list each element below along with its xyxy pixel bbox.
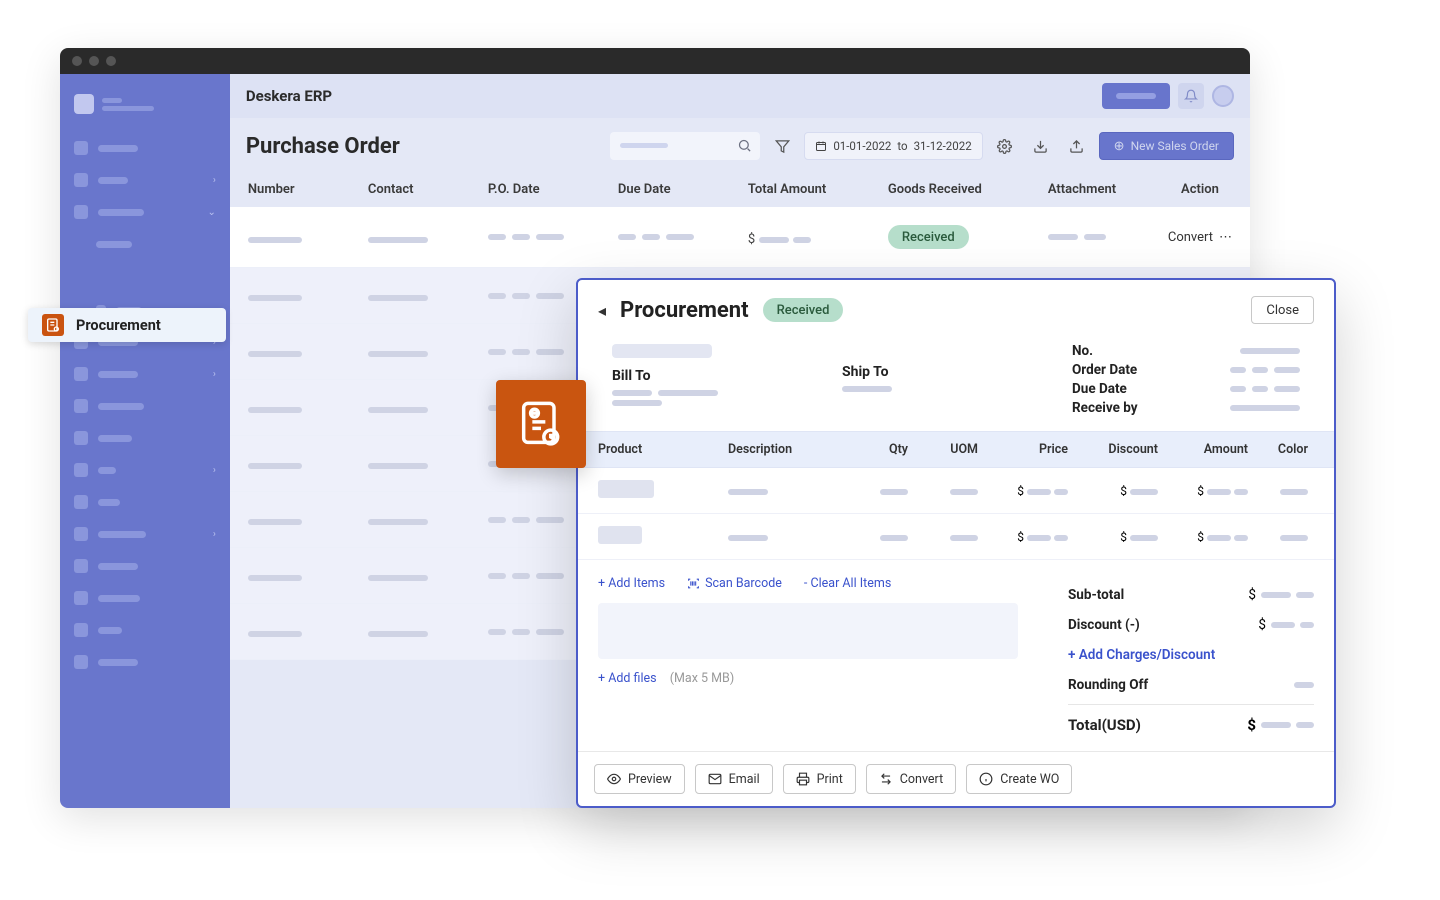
sidebar-item[interactable]: › (60, 358, 230, 390)
sidebar-item-procurement[interactable]: Procurement (28, 308, 226, 342)
chevron-down-icon: ⌄ (207, 207, 215, 218)
clear-items-link[interactable]: - Clear All Items (804, 576, 891, 591)
procurement-badge-icon (496, 380, 586, 468)
status-badge: Received (763, 298, 844, 322)
procurement-icon (42, 314, 64, 336)
sidebar-item[interactable] (60, 614, 230, 646)
col-contact: Contact (368, 182, 488, 197)
convert-button[interactable]: Convert (866, 764, 956, 794)
ship-to-label: Ship To (842, 364, 1032, 380)
sidebar-item[interactable]: › (60, 164, 230, 196)
add-items-link[interactable]: + Add Items (598, 576, 665, 591)
preview-button[interactable]: Preview (594, 764, 685, 794)
window-dot[interactable] (89, 56, 99, 66)
printer-icon (796, 772, 810, 786)
date-range-picker[interactable]: 01-01-2022 to 31-12-2022 (804, 132, 982, 160)
col-total: Total Amount (748, 182, 888, 197)
col-attach: Attachment (1048, 182, 1168, 197)
notification-icon[interactable] (1178, 83, 1204, 109)
col-goods: Goods Received (888, 182, 1048, 197)
col-duedate: Due Date (618, 182, 748, 197)
back-icon[interactable]: ◂ (598, 301, 606, 320)
email-button[interactable]: Email (695, 764, 773, 794)
convert-button[interactable]: Convert⋯ (1168, 230, 1232, 245)
print-button[interactable]: Print (783, 764, 856, 794)
filter-icon[interactable] (768, 132, 796, 160)
sidebar-item[interactable] (60, 550, 230, 582)
create-wo-button[interactable]: Create WO (966, 764, 1072, 794)
table-row[interactable]: $ Received Convert⋯ (230, 207, 1250, 268)
add-files-link[interactable]: + Add files (598, 671, 657, 686)
close-button[interactable]: Close (1251, 296, 1314, 324)
modal-summary: Sub-total$ Discount (-)$ + Add Charges/D… (1068, 580, 1314, 744)
sidebar-logo[interactable] (60, 84, 230, 132)
sidebar: › ⌄ › › › › (60, 74, 230, 808)
export-icon[interactable] (1063, 132, 1091, 160)
sidebar-item[interactable]: › (60, 518, 230, 550)
window-dot[interactable] (106, 56, 116, 66)
download-icon[interactable] (1027, 132, 1055, 160)
modal-title: Procurement (620, 298, 749, 323)
mail-icon (708, 772, 722, 786)
info-icon (979, 772, 993, 786)
sidebar-item[interactable] (60, 582, 230, 614)
add-charges-link[interactable]: + Add Charges/Discount (1068, 647, 1215, 663)
modal-line-item[interactable]: $ $ $ (578, 514, 1334, 560)
chevron-right-icon: › (213, 175, 216, 186)
table-header: Number Contact P.O. Date Due Date Total … (230, 172, 1250, 207)
sidebar-item[interactable]: › (60, 454, 230, 486)
modal-line-item[interactable]: $ $ $ (578, 468, 1334, 514)
search-icon (737, 138, 752, 153)
sidebar-item[interactable] (60, 422, 230, 454)
date-from: 01-01-2022 (833, 139, 891, 153)
eye-icon (607, 772, 621, 786)
sidebar-item[interactable] (60, 646, 230, 678)
sidebar-item[interactable]: ⌄ (60, 196, 230, 228)
max-size-hint: (Max 5 MB) (670, 671, 734, 686)
topbar: Deskera ERP (230, 74, 1250, 118)
status-badge: Received (888, 225, 969, 249)
settings-icon[interactable] (991, 132, 1019, 160)
col-action: Action (1168, 182, 1232, 197)
window-dot[interactable] (72, 56, 82, 66)
date-to: 31-12-2022 (914, 139, 972, 153)
new-sales-order-button[interactable]: ⊕ New Sales Order (1099, 132, 1234, 160)
convert-icon (879, 772, 893, 786)
barcode-icon (687, 577, 700, 590)
scan-barcode-link[interactable]: Scan Barcode (687, 576, 782, 591)
procurement-modal: ◂ Procurement Received Close Bill To Shi… (576, 278, 1336, 808)
topbar-primary-button[interactable] (1102, 83, 1170, 109)
logo-icon (74, 94, 94, 114)
sidebar-item[interactable] (60, 132, 230, 164)
search-input[interactable] (610, 132, 760, 160)
sidebar-item[interactable] (60, 390, 230, 422)
modal-footer: Preview Email Print Convert Create WO (578, 751, 1334, 806)
titlebar (60, 48, 1250, 74)
bill-to-label: Bill To (612, 368, 802, 384)
notes-textarea[interactable] (598, 603, 1018, 659)
sidebar-subitem[interactable] (60, 228, 230, 260)
modal-table-header: Product Description Qty UOM Price Discou… (578, 431, 1334, 468)
col-podate: P.O. Date (488, 182, 618, 197)
page-title: Purchase Order (246, 134, 400, 159)
calendar-icon (815, 140, 827, 152)
app-title: Deskera ERP (246, 87, 332, 105)
sidebar-item[interactable] (60, 486, 230, 518)
page-header: Purchase Order 01-01-2022 to (230, 118, 1250, 172)
avatar[interactable] (1212, 85, 1234, 107)
col-number: Number (248, 182, 368, 197)
